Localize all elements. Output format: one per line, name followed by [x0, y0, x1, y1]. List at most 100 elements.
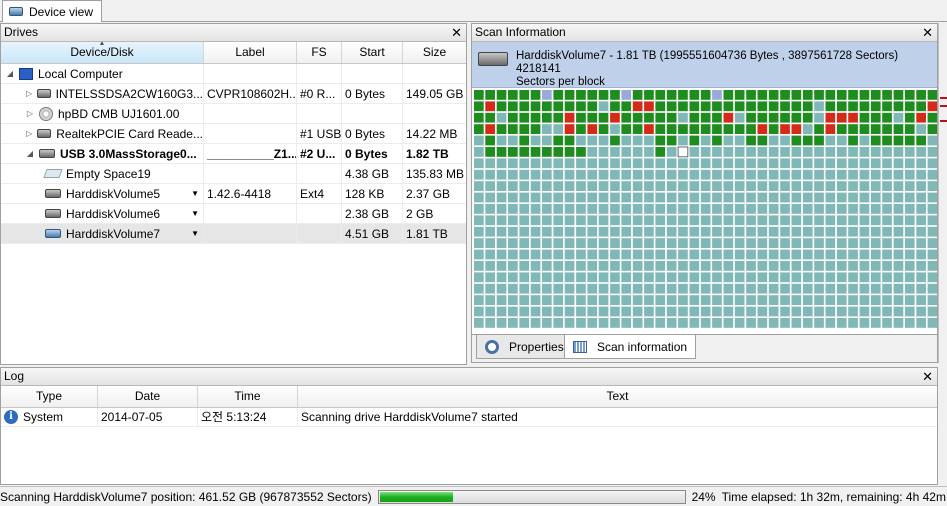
- drive-row[interactable]: HarddiskVolume7 ▼ 4.51 GB 1.81 TB: [1, 224, 466, 244]
- scan-block: [802, 272, 813, 283]
- scan-block: [530, 112, 541, 123]
- scan-block: [610, 135, 620, 146]
- scan-block: [723, 272, 734, 283]
- tab-properties-label: Properties: [509, 339, 564, 354]
- scan-block: [485, 306, 495, 317]
- scan-block: [712, 272, 722, 283]
- scan-block: [530, 204, 541, 214]
- expand-toggle-icon[interactable]: ◢: [5, 64, 15, 83]
- scan-block: [882, 101, 892, 112]
- scan-block: [870, 204, 881, 214]
- scan-block: [870, 272, 881, 283]
- scan-block: [791, 101, 802, 112]
- scan-block: [836, 158, 847, 169]
- scan-block: [474, 135, 484, 146]
- column-header-time[interactable]: Time: [198, 386, 298, 407]
- column-header-device[interactable]: ▲ Device/Disk: [1, 42, 204, 63]
- drive-row[interactable]: HarddiskVolume5 ▼ 1.42.6-4418 Ext4 128 KB 2.3…: [1, 184, 466, 204]
- scan-block: [825, 272, 836, 283]
- column-header-date[interactable]: Date: [98, 386, 198, 407]
- drive-row[interactable]: Empty Space19 4.38 GB 135.83 MB: [1, 164, 466, 184]
- scan-block: [519, 249, 530, 260]
- column-header-size[interactable]: Size: [403, 42, 466, 63]
- drive-row[interactable]: ◢ Local Computer: [1, 64, 466, 84]
- scan-block: [712, 261, 722, 271]
- log-entry-row[interactable]: i System 2014-07-05 오전 5:13:24 Scanning …: [1, 408, 937, 427]
- scan-block: [530, 306, 541, 317]
- column-header-type[interactable]: Type: [1, 386, 98, 407]
- expand-toggle-icon[interactable]: ▷: [25, 104, 35, 123]
- scan-block: [836, 101, 847, 112]
- scan-block: [882, 215, 892, 226]
- drives-close-icon[interactable]: ✕: [451, 24, 462, 41]
- column-header-fs[interactable]: FS: [297, 42, 342, 63]
- drive-row[interactable]: ▷ RealtekPCIE Card Reade... #1 USB 0 Bytes 1…: [1, 124, 466, 144]
- scan-block: [655, 306, 666, 317]
- scan-block: [644, 306, 654, 317]
- scan-block: [542, 101, 552, 112]
- scan-block: [746, 249, 756, 260]
- scan-block: [927, 215, 937, 226]
- scan-block: [927, 238, 937, 248]
- scan-block: [485, 135, 495, 146]
- scan-block: [893, 101, 904, 112]
- scan-block: [519, 158, 530, 169]
- tab-scan-information[interactable]: Scan information: [564, 335, 697, 359]
- scan-block: [870, 101, 881, 112]
- scan-block: [904, 238, 915, 248]
- tab-device-view[interactable]: Device view: [2, 0, 103, 22]
- scan-block: [485, 181, 495, 191]
- drive-row[interactable]: HarddiskVolume6 ▼ 2.38 GB 2 GB: [1, 204, 466, 224]
- scan-close-icon[interactable]: ✕: [922, 24, 933, 41]
- scan-block: [689, 261, 700, 271]
- dropdown-arrow-icon[interactable]: ▼: [191, 184, 203, 203]
- drive-row[interactable]: ◢ USB 3.0MassStorage0... __________Z1... #2…: [1, 144, 466, 164]
- scan-block: [587, 272, 598, 283]
- column-header-text[interactable]: Text: [298, 386, 937, 407]
- scan-block: [564, 158, 575, 169]
- expand-toggle-icon[interactable]: ◢: [25, 144, 35, 163]
- scan-block: [859, 169, 870, 180]
- scan-block: [870, 169, 881, 180]
- scan-block: [836, 192, 847, 203]
- dropdown-arrow-icon[interactable]: ▼: [191, 224, 203, 243]
- drive-row[interactable]: ▷ hpBD CMB UJ1601.00: [1, 104, 466, 124]
- scan-block: [768, 147, 779, 157]
- tab-properties[interactable]: Properties: [476, 335, 573, 359]
- scan-block: [519, 306, 530, 317]
- scan-block: [474, 272, 484, 283]
- scan-block: [791, 261, 802, 271]
- scan-block: [666, 215, 677, 226]
- scan-block: [542, 261, 552, 271]
- scan-block: [836, 112, 847, 123]
- scan-block: [859, 90, 870, 100]
- scan-block: [814, 238, 824, 248]
- scan-block: [882, 261, 892, 271]
- scan-block: [508, 226, 518, 237]
- scan-block: [836, 261, 847, 271]
- expand-toggle-icon[interactable]: ▷: [25, 84, 33, 103]
- scan-block: [542, 147, 552, 157]
- scan-block: [836, 249, 847, 260]
- scan-block: [825, 135, 836, 146]
- drive-row[interactable]: ▷ INTELSSDSA2CW160G3... CVPR108602H... #0 R…: [1, 84, 466, 104]
- scan-block: [632, 147, 643, 157]
- column-header-label[interactable]: Label: [204, 42, 297, 63]
- column-header-start[interactable]: Start: [342, 42, 403, 63]
- expand-toggle-icon[interactable]: ▷: [25, 124, 33, 143]
- scan-block: [474, 204, 484, 214]
- scan-block: [576, 112, 586, 123]
- scan-block: [598, 272, 609, 283]
- scan-block: [632, 90, 643, 100]
- scan-block: [655, 124, 666, 134]
- scan-block: [746, 238, 756, 248]
- scan-block: [530, 124, 541, 134]
- scan-block: [836, 272, 847, 283]
- scan-block: [904, 135, 915, 146]
- dropdown-arrow-icon[interactable]: ▼: [191, 204, 203, 223]
- scan-block: [802, 135, 813, 146]
- scan-block: [519, 318, 530, 328]
- log-close-icon[interactable]: ✕: [922, 368, 933, 385]
- scan-block: [723, 181, 734, 191]
- scan-block: [508, 90, 518, 100]
